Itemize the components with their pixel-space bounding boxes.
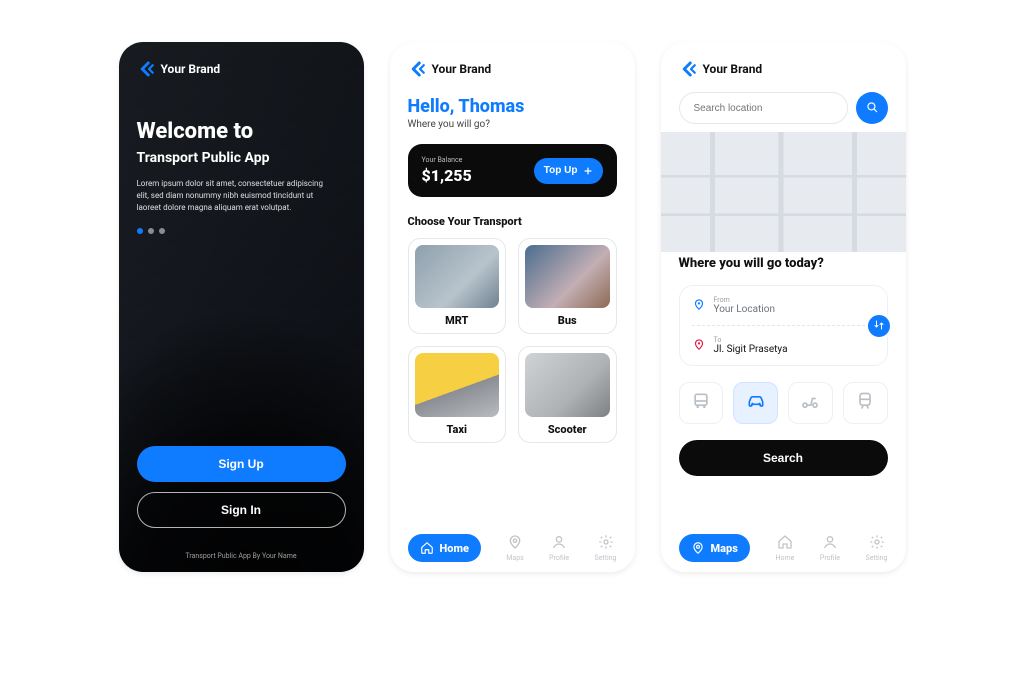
from-label: From <box>714 296 775 304</box>
topup-label: Top Up <box>544 165 578 176</box>
onboarding-footer: Transport Public App By Your Name <box>137 552 346 560</box>
brand: Your Brand <box>137 60 346 78</box>
transport-caption: Bus <box>558 314 577 327</box>
balance-amount: $1,255 <box>422 166 472 185</box>
transport-caption: Taxi <box>447 423 468 436</box>
nav-label: Setting <box>866 554 888 562</box>
swap-icon <box>873 316 885 335</box>
from-value: Your Location <box>714 304 775 315</box>
user-icon <box>551 534 567 552</box>
search-row <box>679 92 888 124</box>
nav-maps[interactable]: Maps <box>506 534 523 562</box>
nav-label: Setting <box>595 554 617 562</box>
onboarding-subhead: Transport Public App <box>137 150 346 166</box>
transport-card-bus[interactable]: Bus <box>518 238 617 334</box>
gear-icon <box>869 534 885 552</box>
bottom-nav: Maps Home Profile Setting <box>679 522 888 562</box>
map[interactable] <box>661 132 906 252</box>
brand-logo-icon <box>679 60 697 78</box>
to-value: Jl. Sigit Prasetya <box>714 344 788 355</box>
mode-car[interactable] <box>733 382 778 424</box>
nav-home[interactable]: Home <box>775 534 794 562</box>
mode-row <box>679 382 888 424</box>
home-icon <box>777 534 793 552</box>
swap-button[interactable] <box>865 312 893 340</box>
brand: Your Brand <box>408 60 617 78</box>
route-card: From Your Location To Jl. Sigit Prasetya <box>679 285 888 366</box>
transport-grid: MRT Bus Taxi Scooter <box>408 238 617 443</box>
transport-thumb <box>415 353 500 416</box>
topup-button[interactable]: Top Up <box>534 158 603 184</box>
search-go-button[interactable] <box>856 92 888 124</box>
pin-icon <box>692 336 706 350</box>
transport-thumb <box>525 245 610 308</box>
brand-name: Your Brand <box>161 62 221 76</box>
nav-profile[interactable]: Profile <box>549 534 569 562</box>
transport-thumb <box>415 245 500 308</box>
brand-name: Your Brand <box>703 62 763 76</box>
sheet-title: Where you will go today? <box>679 256 888 271</box>
transport-thumb <box>525 353 610 416</box>
route-sheet: Where you will go today? From Your Locat… <box>661 240 906 572</box>
brand-logo-icon <box>137 60 155 78</box>
brand-logo-icon <box>408 60 426 78</box>
gear-icon <box>598 534 614 552</box>
nav-label: Profile <box>549 554 569 562</box>
nav-label: Maps <box>506 554 523 562</box>
onboarding-screen: Your Brand Welcome to Transport Public A… <box>119 42 364 572</box>
balance-label: Your Balance <box>422 156 472 164</box>
nav-setting[interactable]: Setting <box>866 534 888 562</box>
plus-icon <box>583 166 593 176</box>
pin-icon <box>692 296 706 310</box>
nav-home[interactable]: Home <box>408 534 481 562</box>
to-label: To <box>714 336 788 344</box>
onboarding-description: Lorem ipsum dolor sit amet, consectetuer… <box>137 178 327 214</box>
transport-card-scooter[interactable]: Scooter <box>518 346 617 442</box>
nav-label: Home <box>775 554 794 562</box>
pin-icon <box>507 534 523 552</box>
train-icon <box>855 391 875 415</box>
mode-bus[interactable] <box>679 382 724 424</box>
nav-maps[interactable]: Maps <box>679 534 750 562</box>
balance-card: Your Balance $1,255 Top Up <box>408 144 617 197</box>
nav-label: Maps <box>711 542 738 555</box>
onboarding-headline: Welcome to <box>137 120 346 144</box>
search-input[interactable] <box>679 92 848 124</box>
choose-transport-title: Choose Your Transport <box>408 215 617 228</box>
greeting: Hello, Thomas <box>408 96 617 117</box>
nav-label: Profile <box>820 554 840 562</box>
brand: Your Brand <box>679 60 888 78</box>
car-icon <box>746 391 766 415</box>
mode-train[interactable] <box>843 382 888 424</box>
home-icon <box>420 541 434 555</box>
maps-screen: Your Brand Where you will go today? From… <box>661 42 906 572</box>
search-icon <box>865 100 879 117</box>
nav-profile[interactable]: Profile <box>820 534 840 562</box>
search-route-button[interactable]: Search <box>679 440 888 476</box>
transport-card-taxi[interactable]: Taxi <box>408 346 507 442</box>
pin-icon <box>691 541 705 555</box>
brand-name: Your Brand <box>432 62 492 76</box>
transport-caption: Scooter <box>548 423 587 436</box>
scooter-icon <box>800 391 820 415</box>
greeting-sub: Where you will go? <box>408 119 617 130</box>
transport-card-mrt[interactable]: MRT <box>408 238 507 334</box>
bus-icon <box>691 391 711 415</box>
mode-scooter[interactable] <box>788 382 833 424</box>
to-row[interactable]: To Jl. Sigit Prasetya <box>692 325 875 355</box>
bottom-nav: Home Maps Profile Setting <box>408 522 617 562</box>
signup-button[interactable]: Sign Up <box>137 446 346 482</box>
transport-caption: MRT <box>445 314 468 327</box>
from-row[interactable]: From Your Location <box>692 296 875 315</box>
home-screen: Your Brand Hello, Thomas Where you will … <box>390 42 635 572</box>
signin-button[interactable]: Sign In <box>137 492 346 528</box>
nav-setting[interactable]: Setting <box>595 534 617 562</box>
user-icon <box>822 534 838 552</box>
nav-label: Home <box>440 542 469 555</box>
